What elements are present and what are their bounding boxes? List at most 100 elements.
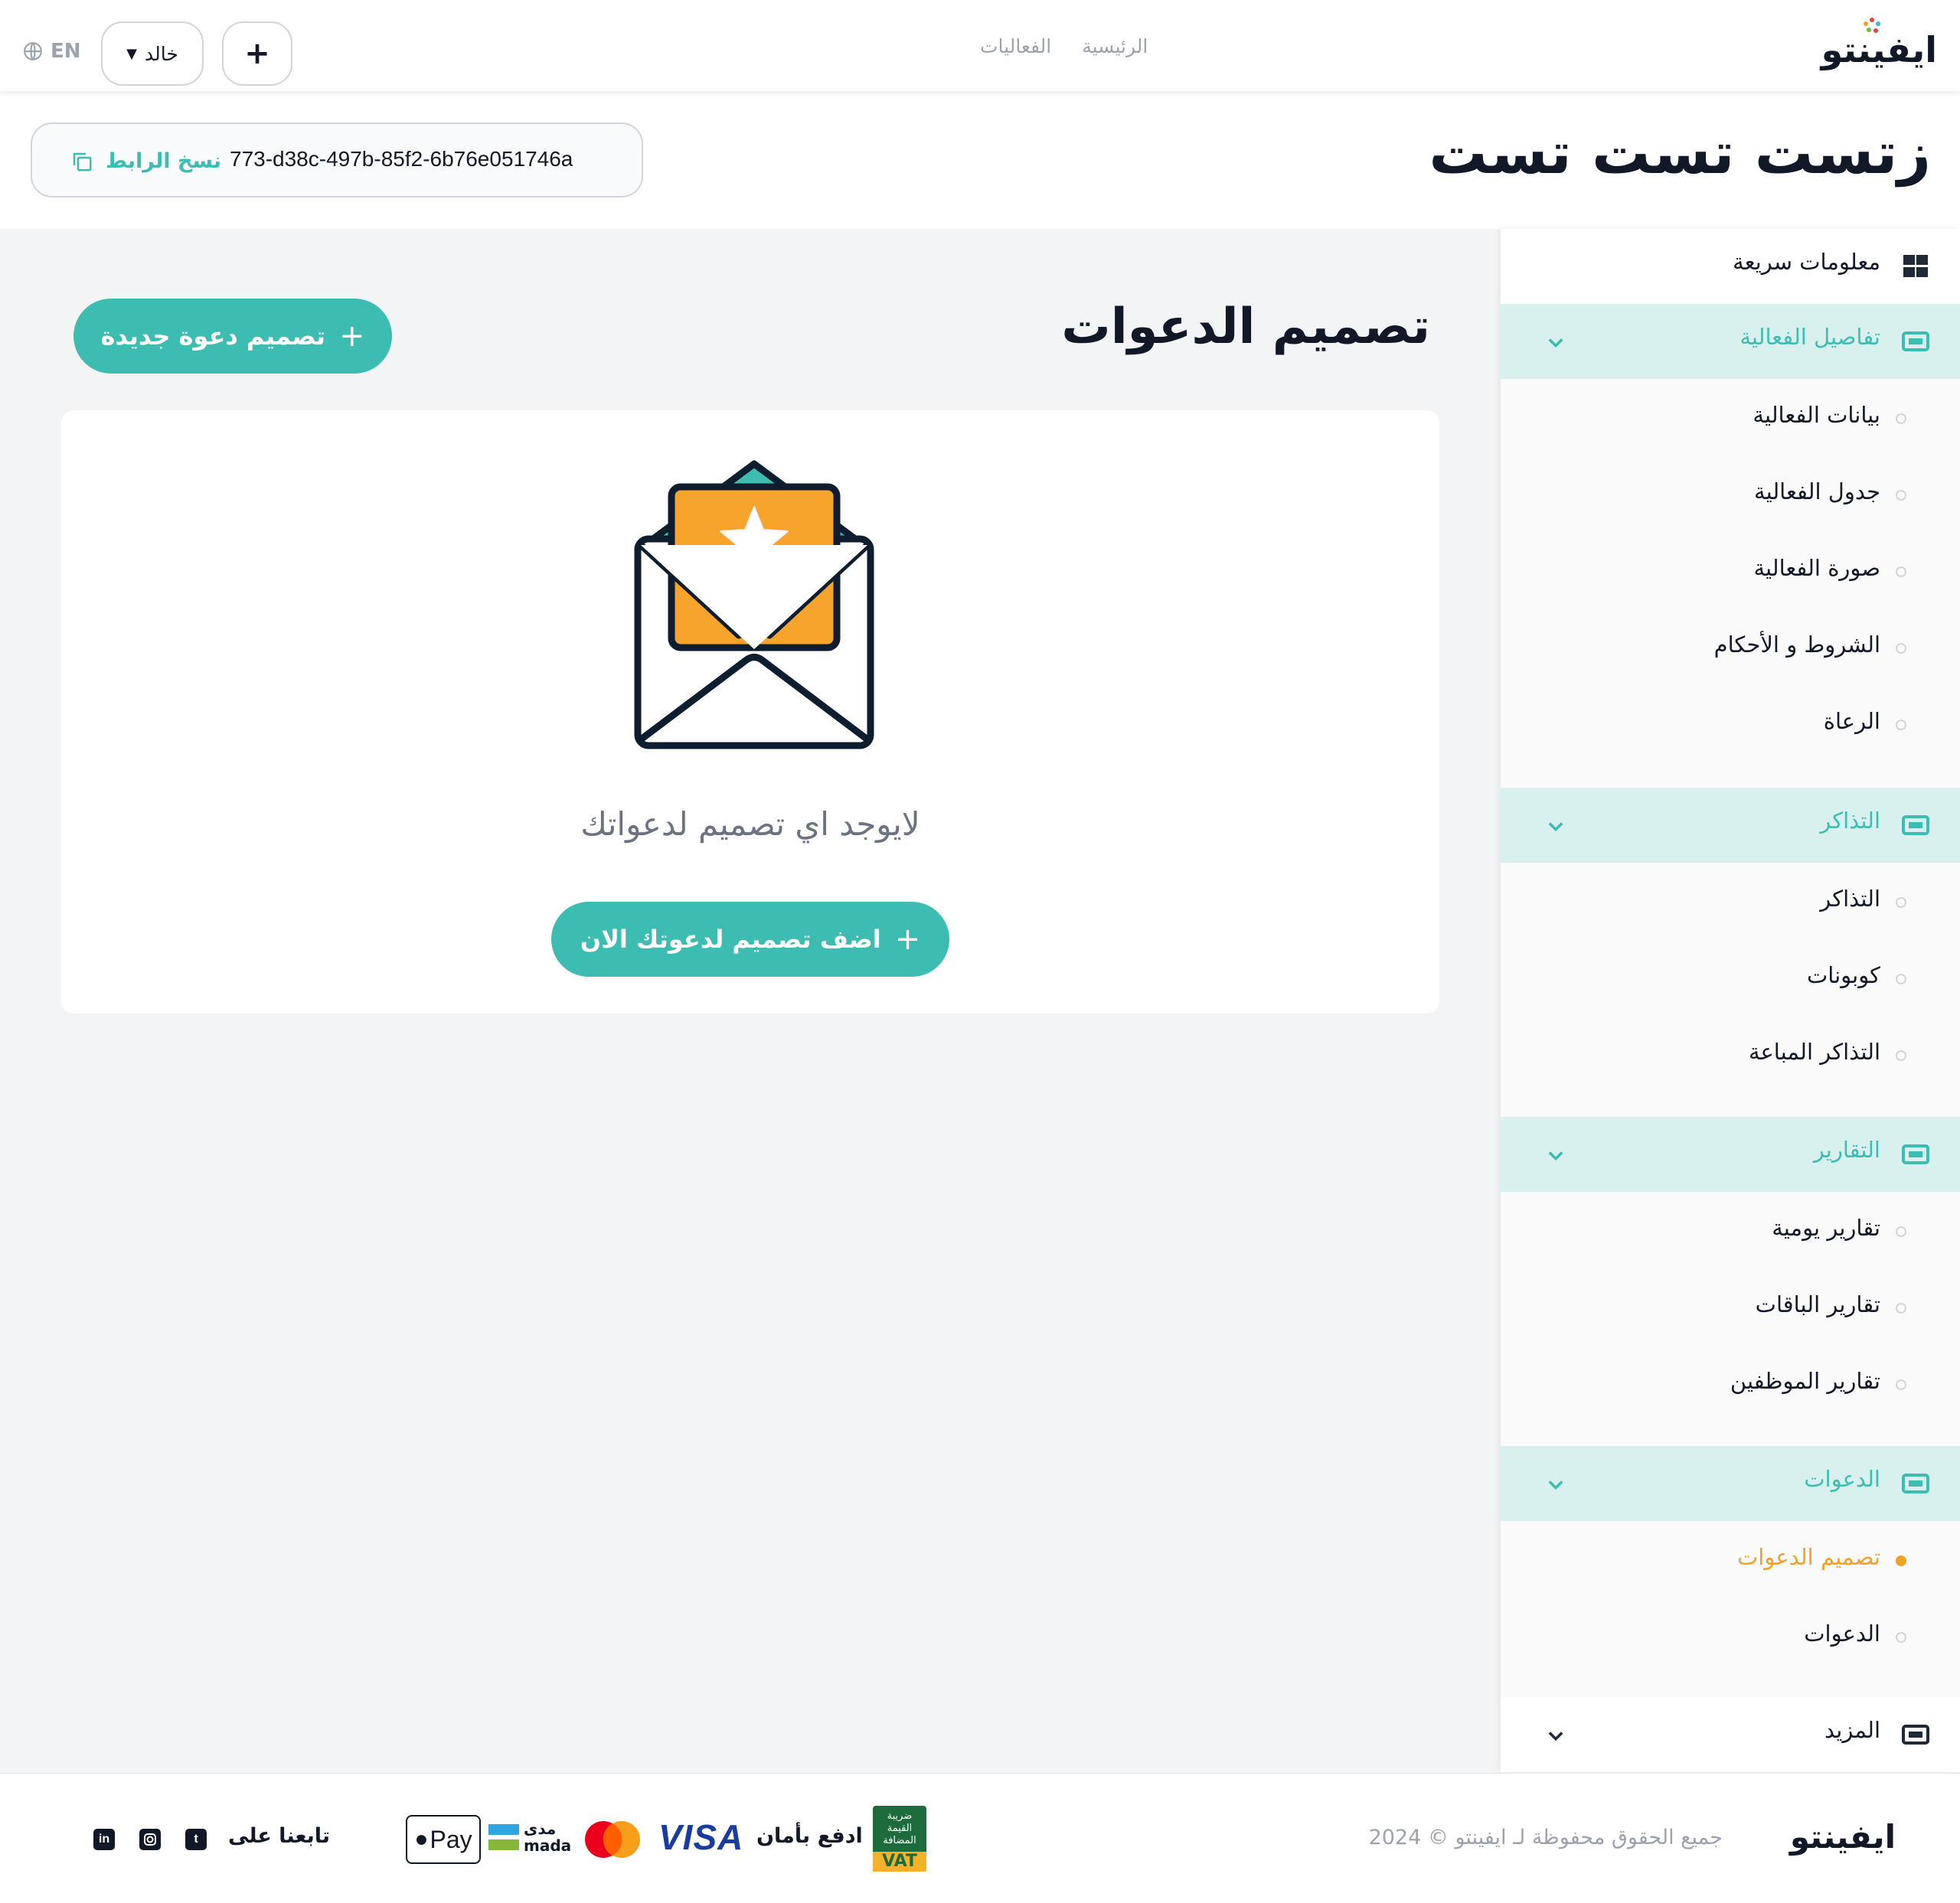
sidebar-item-label: الرعاة (1823, 708, 1880, 734)
apple-pay-logo: ● Pay (406, 1815, 481, 1864)
bullet-icon (1896, 720, 1906, 730)
mada-logo: مدى mada (488, 1820, 572, 1855)
sidebar-section-event-details[interactable]: تفاصيل الفعالية (1501, 304, 1960, 379)
sidebar-item-label: تقارير الموظفين (1730, 1368, 1880, 1394)
sidebar-item-label: جدول الفعالية (1754, 478, 1880, 504)
sidebar-section-label: التذاكر (1820, 808, 1880, 834)
sidebar-item-label: الدعوات (1804, 1621, 1880, 1647)
sidebar-item-label: التذاكر المباعة (1748, 1039, 1880, 1065)
mastercard-logo (585, 1821, 640, 1858)
ticket-icon (1902, 1725, 1929, 1745)
sidebar-item-label: كوبونات (1806, 962, 1880, 988)
sidebar-section-invitations[interactable]: الدعوات (1501, 1446, 1960, 1521)
ticket-icon (1902, 331, 1929, 351)
mada-en-text: mada (524, 1836, 572, 1855)
sidebar-item-event-schedule[interactable]: جدول الفعالية (1501, 455, 1960, 532)
sidebar-item-staff-reports[interactable]: تقارير الموظفين (1501, 1345, 1960, 1422)
language-switcher[interactable]: EN (23, 40, 81, 63)
add-invitation-design-button[interactable]: + اضف تصميم لدعوتك الان (551, 902, 949, 977)
nav-home[interactable]: الرئيسية (1082, 35, 1148, 57)
vat-line: ضريبة (887, 1810, 913, 1822)
apple-pay-text: Pay (430, 1825, 472, 1853)
bullet-icon (1896, 1632, 1906, 1643)
copy-icon (73, 152, 92, 171)
plus-icon: + (244, 36, 270, 71)
user-name: خالد (145, 42, 178, 65)
sidebar-item-sponsors[interactable]: الرعاة (1501, 685, 1960, 762)
active-bullet-icon (1896, 1555, 1906, 1566)
empty-state-card: لايوجد اي تصميم لدعواتك + اضف تصميم لدعو… (61, 410, 1439, 1014)
visa-logo: VISA (658, 1817, 744, 1857)
button-label: اضف تصميم لدعوتك الان (580, 925, 881, 954)
sidebar-section-more[interactable]: المزيد (1501, 1697, 1960, 1772)
sidebar-item-tickets[interactable]: التذاكر (1501, 863, 1960, 939)
mada-ar-text: مدى (524, 1820, 557, 1838)
chevron-down-icon (1548, 1151, 1563, 1161)
sidebar-item-coupons[interactable]: كوبونات (1501, 939, 1960, 1016)
plus-icon: + (894, 922, 921, 957)
sidebar-section-tickets[interactable]: التذاكر (1501, 788, 1960, 863)
bullet-icon (1896, 643, 1906, 654)
sidebar-item-quick-info[interactable]: معلومات سريعة (1501, 229, 1960, 304)
dashboard-grid-icon (1903, 255, 1928, 277)
copyright-text: جميع الحقوق محفوظة لـ ايفينتو © 2024 (1368, 1826, 1723, 1849)
sidebar-item-package-reports[interactable]: تقارير الباقات (1501, 1268, 1960, 1345)
bullet-icon (1896, 413, 1906, 424)
sidebar: معلومات سريعة تفاصيل الفعالية بيانات الف… (1501, 229, 1960, 1772)
sidebar-item-label: معلومات سريعة (1733, 249, 1880, 275)
bullet-icon (1896, 1050, 1906, 1061)
user-menu-button[interactable]: خالد ▼ (101, 21, 204, 86)
apple-icon: ● (414, 1826, 429, 1852)
plus-icon: + (339, 318, 365, 354)
bullet-icon (1896, 897, 1906, 908)
instagram-icon[interactable] (139, 1829, 161, 1850)
sidebar-item-label: بيانات الفعالية (1753, 402, 1880, 428)
twitter-icon[interactable]: t (185, 1829, 207, 1850)
new-invitation-design-button[interactable]: + تصميم دعوة جديدة (74, 299, 392, 374)
button-label: تصميم دعوة جديدة (100, 322, 326, 351)
sidebar-item-terms[interactable]: الشروط و الأحكام (1501, 609, 1960, 685)
sidebar-item-invitations[interactable]: الدعوات (1501, 1598, 1960, 1674)
sidebar-item-invitation-design[interactable]: تصميم الدعوات (1501, 1521, 1960, 1598)
site-logo[interactable]: ايفينتو (1821, 18, 1937, 70)
vat-line: القيمة (887, 1823, 913, 1834)
sidebar-item-sold-tickets[interactable]: التذاكر المباعة (1501, 1016, 1960, 1092)
ticket-icon (1902, 815, 1929, 835)
ticket-icon (1902, 1144, 1929, 1164)
chevron-down-icon (1548, 338, 1563, 348)
sidebar-item-event-data[interactable]: بيانات الفعالية (1501, 379, 1960, 455)
main-nav: الرئيسية الفعاليات (980, 35, 1148, 57)
sidebar-section-label: الدعوات (1804, 1466, 1880, 1492)
language-label: EN (51, 40, 81, 63)
sidebar-item-label: تصميم الدعوات (1736, 1544, 1880, 1570)
footer: ايفينتو جميع الحقوق محفوظة لـ ايفينتو © … (0, 1773, 1960, 1903)
envelope-invitation-icon (634, 460, 874, 749)
nav-events[interactable]: الفعاليات (980, 35, 1051, 57)
ticket-icon (1902, 1474, 1929, 1493)
caret-down-icon: ▼ (126, 45, 138, 62)
sidebar-section-reports[interactable]: التقارير (1501, 1117, 1960, 1192)
sidebar-item-label: صورة الفعالية (1753, 555, 1880, 581)
bullet-icon (1896, 1303, 1906, 1314)
create-button[interactable]: + (222, 21, 292, 86)
linkedin-icon[interactable]: in (93, 1829, 115, 1850)
logo-sparkle-icon (1863, 18, 1880, 33)
sidebar-section-label: المزيد (1824, 1717, 1880, 1743)
bullet-icon (1896, 1226, 1906, 1237)
footer-logo[interactable]: ايفينتو (1790, 1818, 1896, 1856)
pay-safely-label: ادفع بأمان (756, 1824, 863, 1848)
bullet-icon (1896, 490, 1906, 501)
bullet-icon (1896, 566, 1906, 577)
sidebar-item-daily-reports[interactable]: تقارير يومية (1501, 1192, 1960, 1268)
page-title: تصميم الدعوات (1061, 299, 1430, 355)
globe-icon (24, 42, 42, 60)
sidebar-item-event-image[interactable]: صورة الفعالية (1501, 532, 1960, 609)
event-title: زتست تست تست (1429, 119, 1931, 187)
sidebar-section-label: تفاصيل الفعالية (1740, 324, 1880, 350)
event-header: زتست تست تست نسخ الرابط 773-d38c-497b-85… (0, 91, 1960, 229)
chevron-down-icon (1548, 1732, 1563, 1741)
copy-link-label: نسخ الرابط (106, 149, 221, 173)
top-navbar: ايفينتو الرئيسية الفعاليات EN خالد ▼ + (0, 0, 1960, 91)
mada-bar (488, 1824, 519, 1835)
copy-link-button[interactable]: نسخ الرابط (70, 149, 221, 173)
